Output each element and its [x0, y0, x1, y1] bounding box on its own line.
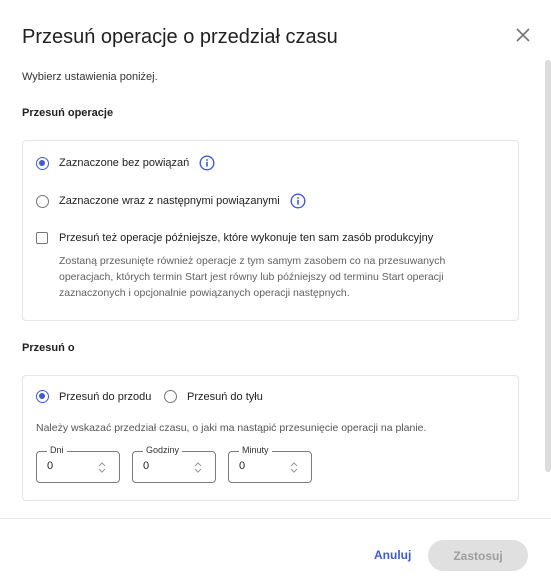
radio-label: Przesuń do przodu [59, 390, 152, 403]
shift-by-panel: Przesuń do przodu Przesuń do tyłu Należy… [22, 375, 519, 501]
radio-selected-with-next-linked[interactable]: Zaznaczone wraz z następnymi powiązanymi [36, 193, 306, 209]
field-label: Godziny [143, 445, 183, 455]
field-label: Minuty [239, 445, 272, 455]
radio-label: Zaznaczone bez powiązań [59, 157, 190, 169]
minutes-input[interactable] [239, 460, 279, 472]
field-label: Dni [47, 445, 67, 455]
radio-button[interactable] [36, 156, 49, 170]
shift-hint-text: Należy wskazać przedział czasu, o jaki m… [36, 422, 427, 434]
radio-button[interactable] [36, 194, 49, 208]
days-field[interactable]: Dni [36, 445, 120, 483]
radio-shift-backward[interactable]: Przesuń do tyłu [164, 390, 263, 403]
radio-label: Zaznaczone wraz z następnymi powiązanymi [59, 195, 280, 207]
radio-button[interactable] [164, 390, 177, 403]
dialog-title: Przesuń operacje o przedział czasu [22, 26, 338, 48]
shift-operations-panel: Zaznaczone bez powiązań Zaznaczone wraz … [22, 140, 519, 321]
section-label-shift-operations: Przesuń operacje [22, 107, 114, 119]
close-icon[interactable] [513, 25, 533, 45]
spinner-arrows-icon[interactable] [97, 461, 107, 474]
spinner-arrows-icon[interactable] [193, 461, 203, 474]
checkbox-shift-later-operations[interactable]: Przesuń też operacje późniejsze, które w… [36, 232, 433, 244]
dialog-subtitle: Wybierz ustawienia poniżej. [22, 71, 158, 83]
dialog-footer: Anuluj Zastosuj [0, 518, 551, 588]
shift-operations-dialog: Przesuń operacje o przedział czasu Wybie… [0, 0, 551, 588]
checkbox-description: Zostaną przesunięte również operacje z t… [59, 255, 446, 299]
spinner-arrows-icon[interactable] [289, 461, 299, 474]
dialog-content: Wybierz ustawienia poniżej. Przesuń oper… [0, 60, 551, 518]
info-icon[interactable] [290, 193, 306, 209]
hours-input[interactable] [143, 460, 183, 472]
minutes-field[interactable]: Minuty [228, 445, 312, 483]
checkbox-label: Przesuń też operacje późniejsze, które w… [59, 232, 434, 244]
radio-selected-without-links[interactable]: Zaznaczone bez powiązań [36, 155, 215, 171]
info-icon[interactable] [199, 155, 215, 171]
cancel-button[interactable]: Anuluj [374, 548, 411, 562]
radio-label: Przesuń do tyłu [187, 390, 263, 403]
radio-button[interactable] [36, 390, 49, 403]
radio-shift-forward[interactable]: Przesuń do przodu [36, 390, 151, 403]
section-label-shift-by: Przesuń o [22, 342, 75, 354]
checkbox[interactable] [36, 232, 48, 244]
apply-button[interactable]: Zastosuj [428, 540, 528, 571]
hours-field[interactable]: Godziny [132, 445, 216, 483]
days-input[interactable] [47, 460, 87, 472]
